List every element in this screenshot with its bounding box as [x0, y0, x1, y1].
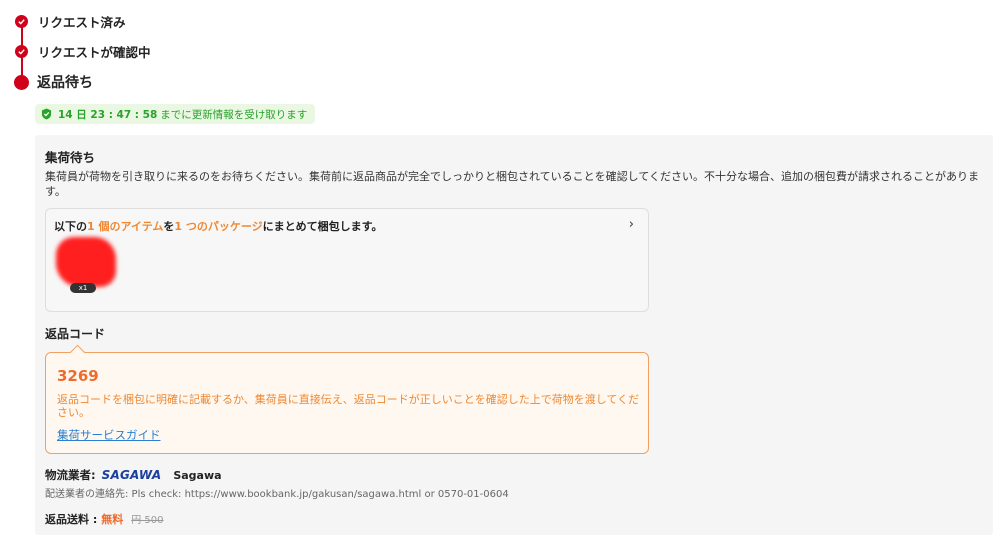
pickup-title: 集荷待ち	[45, 150, 96, 165]
redacted-image	[56, 237, 116, 287]
sagawa-logo: SAGAWA	[101, 468, 162, 482]
step-requested: リクエスト済み	[15, 12, 126, 31]
countdown-text: までに更新情報を受け取ります	[160, 108, 308, 121]
item-quantity-badge: x1	[70, 283, 96, 293]
countdown-time: 14 日 23 : 47 : 58	[58, 108, 158, 121]
step-awaiting-return: 返品待ち	[14, 72, 93, 92]
return-fee-free: 無料	[101, 513, 124, 526]
return-fee-original: 円 500	[131, 515, 164, 526]
return-code-title: 返品コード	[45, 327, 106, 341]
pickup-description: 集荷員が荷物を引き取りに来るのをお待ちください。集荷前に返品商品が完全でしっかり…	[45, 170, 980, 198]
carrier-name: Sagawa	[173, 468, 222, 482]
shield-check-icon	[41, 108, 52, 120]
return-code-value: 3269	[57, 367, 99, 385]
current-step-dot-icon	[14, 74, 29, 90]
return-code-box: 3269 返品コードを梱包に明確に記載するか、集荷員に直接伝え、返品コードが正し…	[45, 344, 649, 454]
chevron-right-icon[interactable]: ›	[629, 217, 634, 232]
return-fee-label: 返品送料 :	[45, 513, 98, 526]
step-label: 返品待ち	[37, 75, 93, 91]
return-details-panel: 集荷待ち 集荷員が荷物を引き取りに来るのをお待ちください。集荷前に返品商品が完全…	[35, 135, 993, 535]
countdown-badge: 14 日 23 : 47 : 58 までに更新情報を受け取ります	[35, 104, 316, 124]
return-fee-row: 返品送料 : 無料 円 500	[45, 511, 164, 527]
carrier-row: 物流業者: SAGAWA Sagawa	[45, 467, 222, 483]
pickup-guide-link[interactable]: 集荷サービスガイド	[57, 427, 161, 443]
check-icon	[15, 15, 28, 28]
step-confirming: リクエストが確認中	[15, 42, 151, 61]
package-card[interactable]: 以下の1 個のアイテムを1 つのパッケージにまとめて梱包します。 › x1	[45, 208, 649, 312]
check-icon	[15, 45, 28, 58]
step-label: リクエストが確認中	[38, 45, 151, 60]
carrier-contact: 配送業者の連絡先: Pls check: https://www.bookban…	[45, 489, 509, 500]
item-thumbnail: x1	[56, 237, 116, 293]
return-code-description: 返品コードを梱包に明確に記載するか、集荷員に直接伝え、返品コードが正しいことを確…	[57, 393, 640, 419]
callout-notch	[69, 344, 86, 361]
step-label: リクエスト済み	[38, 15, 126, 30]
carrier-label: 物流業者:	[45, 468, 96, 482]
package-summary: 以下の1 個のアイテムを1 つのパッケージにまとめて梱包します。	[54, 220, 383, 233]
